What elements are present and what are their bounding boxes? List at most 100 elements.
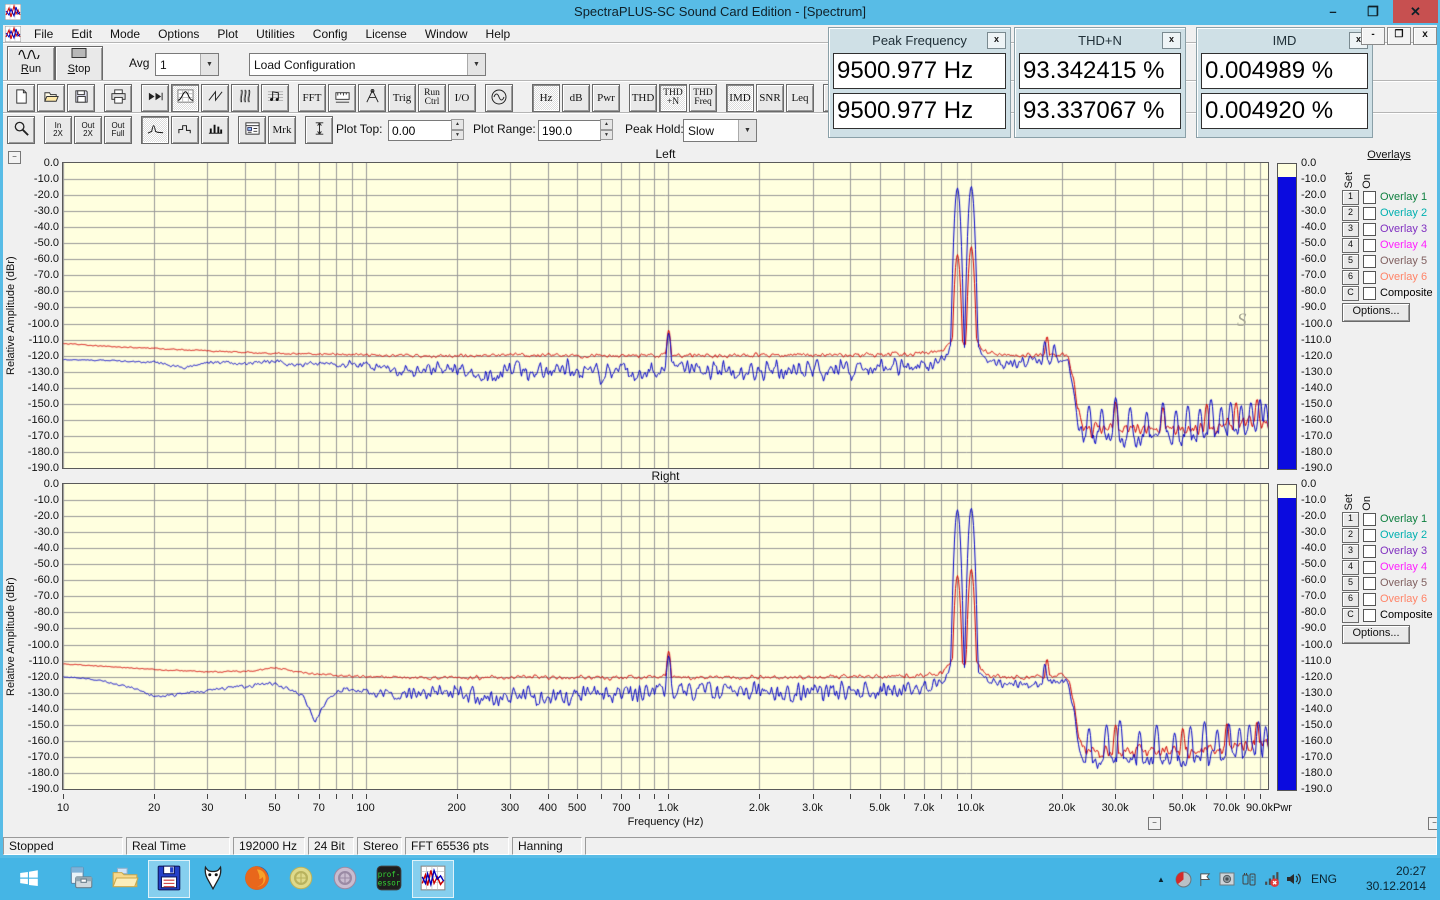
overlay-set-1-button[interactable]: 1 xyxy=(1342,190,1359,205)
tray-volume-icon[interactable] xyxy=(1282,867,1304,891)
fft-settings-button[interactable]: FFT xyxy=(298,84,326,112)
zoom-in-2x-button[interactable]: In2X xyxy=(44,116,72,144)
taskbar-clock[interactable]: 20:27 30.12.2014 xyxy=(1348,864,1426,894)
menu-utilities[interactable]: Utilities xyxy=(247,26,304,42)
menu-config[interactable]: Config xyxy=(304,26,357,42)
plot-top-input[interactable] xyxy=(388,120,452,141)
plot-range-input[interactable] xyxy=(538,120,601,141)
stop-button[interactable]: Stop xyxy=(55,46,103,82)
close-icon[interactable]: x xyxy=(1162,32,1181,49)
markers-button[interactable]: Mrk xyxy=(268,116,296,144)
display-db-button[interactable]: dB xyxy=(562,84,590,112)
display-hz-button[interactable]: Hz xyxy=(532,84,560,112)
menu-file[interactable]: File xyxy=(25,26,62,42)
menu-mode[interactable]: Mode xyxy=(101,26,149,42)
overlay-options-button[interactable]: Options... xyxy=(1342,625,1410,644)
menu-license[interactable]: License xyxy=(356,26,415,42)
trigger-button[interactable]: Trig xyxy=(388,84,416,112)
overlay-5-checkbox[interactable] xyxy=(1363,255,1376,268)
firefox-taskbar-button[interactable] xyxy=(236,860,278,898)
signal-generator-button[interactable] xyxy=(485,84,513,112)
spinner-up-icon[interactable]: ▲ xyxy=(600,119,613,130)
play-continuous-button[interactable] xyxy=(141,84,169,112)
collapse-pane-button[interactable]: − xyxy=(1148,817,1161,830)
professor-app-taskbar-button[interactable]: prof-essor xyxy=(368,860,410,898)
new-file-button[interactable] xyxy=(7,84,35,112)
overlay-set-4-button[interactable]: 4 xyxy=(1342,238,1359,253)
overlay-set-1-button[interactable]: 1 xyxy=(1342,512,1359,527)
overlay-2-checkbox[interactable] xyxy=(1363,529,1376,542)
spinner-up-icon[interactable]: ▲ xyxy=(451,119,464,130)
spectrum-view-button[interactable] xyxy=(171,84,199,112)
display-pwr-button[interactable]: Pwr xyxy=(592,84,620,112)
overlay-4-checkbox[interactable] xyxy=(1363,239,1376,252)
tray-expand-icon[interactable]: ▲ xyxy=(1150,867,1172,891)
overlay-6-checkbox[interactable] xyxy=(1363,271,1376,284)
thd-n-button[interactable]: THD+N xyxy=(659,84,687,112)
scaling-button[interactable] xyxy=(328,84,356,112)
overlay-set-6-button[interactable]: 6 xyxy=(1342,592,1359,607)
plot-range-spinner[interactable]: ▲▼ xyxy=(600,119,613,140)
server-manager-taskbar-button[interactable] xyxy=(60,860,102,898)
step-plot-button[interactable] xyxy=(171,116,199,144)
overlay-C-checkbox[interactable] xyxy=(1363,609,1376,622)
menu-help[interactable]: Help xyxy=(477,26,520,42)
amplitude-range-button[interactable] xyxy=(305,116,333,144)
spectraplus-app-taskbar-button[interactable] xyxy=(412,860,454,898)
overlay-set-5-button[interactable]: 5 xyxy=(1342,254,1359,269)
overlay-set-2-button[interactable]: 2 xyxy=(1342,528,1359,543)
language-indicator[interactable]: ENG xyxy=(1304,867,1344,891)
peak-hold-combobox[interactable]: Slow ▼ xyxy=(683,119,757,142)
tray-photo-icon[interactable] xyxy=(1216,867,1238,891)
io-device-button[interactable]: I/O xyxy=(448,84,476,112)
thd-button[interactable]: THD xyxy=(629,84,657,112)
menu-options[interactable]: Options xyxy=(149,26,208,42)
overlay-set-3-button[interactable]: 3 xyxy=(1342,544,1359,559)
calibration-button[interactable] xyxy=(358,84,386,112)
zoom-button[interactable] xyxy=(7,116,35,144)
overlay-set-2-button[interactable]: 2 xyxy=(1342,206,1359,221)
mdi-close-button[interactable]: x xyxy=(1413,27,1437,45)
thd-freq-button[interactable]: THDFreq xyxy=(689,84,717,112)
overlay-1-checkbox[interactable] xyxy=(1363,513,1376,526)
mdi-restore-button[interactable]: ❐ xyxy=(1387,27,1411,45)
save-file-button[interactable] xyxy=(67,84,95,112)
tray-network-error-icon[interactable] xyxy=(1260,867,1282,891)
overlay-set-4-button[interactable]: 4 xyxy=(1342,560,1359,575)
bar-plot-button[interactable] xyxy=(201,116,229,144)
line-plot-button[interactable] xyxy=(141,116,169,144)
leq-button[interactable]: Leq xyxy=(786,84,814,112)
left-spectrum-plot[interactable] xyxy=(63,163,1268,468)
print-button[interactable] xyxy=(104,84,132,112)
run-control-button[interactable]: RunCtrl xyxy=(418,84,446,112)
overlay-set-C-button[interactable]: C xyxy=(1342,608,1359,623)
media-app-yellow-taskbar-button[interactable] xyxy=(280,860,322,898)
overlay-6-checkbox[interactable] xyxy=(1363,593,1376,606)
spinner-down-icon[interactable]: ▼ xyxy=(451,130,464,141)
overlay-1-checkbox[interactable] xyxy=(1363,191,1376,204)
avg-combobox[interactable]: 1 ▼ xyxy=(155,53,219,76)
imd-button[interactable]: IMD xyxy=(726,84,754,112)
display-options-button[interactable] xyxy=(238,116,266,144)
overlay-3-checkbox[interactable] xyxy=(1363,223,1376,236)
overlay-set-5-button[interactable]: 5 xyxy=(1342,576,1359,591)
tray-devices-icon[interactable] xyxy=(1238,867,1260,891)
file-explorer-taskbar-button[interactable] xyxy=(104,860,146,898)
load-configuration-combobox[interactable]: Load Configuration ▼ xyxy=(249,53,486,76)
menu-window[interactable]: Window xyxy=(416,26,477,42)
tray-pie-icon[interactable] xyxy=(1172,867,1194,891)
overlay-set-6-button[interactable]: 6 xyxy=(1342,270,1359,285)
foobar2000-taskbar-button[interactable] xyxy=(192,860,234,898)
snr-button[interactable]: SNR xyxy=(756,84,784,112)
minimize-button[interactable]: – xyxy=(1313,0,1353,23)
overlay-3-checkbox[interactable] xyxy=(1363,545,1376,558)
spinner-down-icon[interactable]: ▼ xyxy=(600,130,613,141)
overlay-options-button[interactable]: Options... xyxy=(1342,303,1410,322)
run-button[interactable]: Run xyxy=(7,46,55,82)
phase-view-button[interactable] xyxy=(201,84,229,112)
overlay-4-checkbox[interactable] xyxy=(1363,561,1376,574)
zoom-out-2x-button[interactable]: Out2X xyxy=(74,116,102,144)
media-app-gray-taskbar-button[interactable] xyxy=(324,860,366,898)
restore-button[interactable]: ❐ xyxy=(1353,0,1393,23)
close-icon[interactable]: x xyxy=(987,32,1006,49)
